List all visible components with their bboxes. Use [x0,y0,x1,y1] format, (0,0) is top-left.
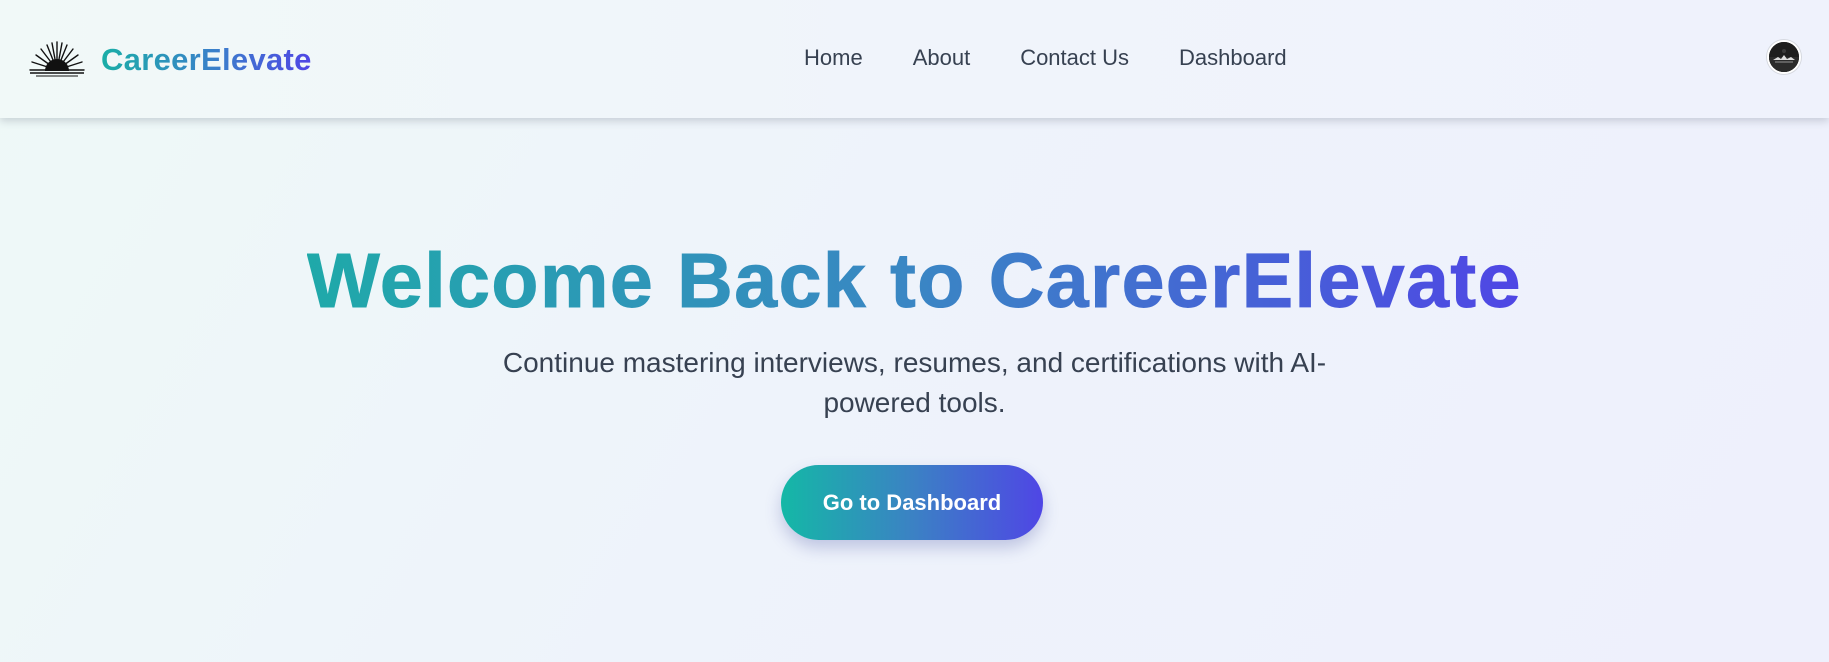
hero-subtitle: Continue mastering interviews, resumes, … [502,347,1327,418]
hero-title: Welcome Back to CareerElevate [0,235,1829,327]
go-to-dashboard-button[interactable]: Go to Dashboard [781,465,1043,540]
sunburst-logo-icon [29,41,85,77]
nav-home-link[interactable]: Home [804,44,863,72]
main-nav: Home About Contact Us Dashboard [804,44,1287,72]
user-avatar-icon [1769,42,1799,72]
user-avatar-button[interactable] [1767,40,1801,74]
brand-name: CareerElevate [101,40,312,80]
hero-title-text: Welcome Back to CareerElevate [307,238,1522,325]
nav-contact-link[interactable]: Contact Us [1020,44,1129,72]
top-navbar: CareerElevate Home About Contact Us Dash… [0,0,1829,118]
nav-about-link[interactable]: About [913,44,971,72]
brand-home-link[interactable]: CareerElevate [28,40,312,80]
nav-dashboard-link[interactable]: Dashboard [1179,44,1287,72]
